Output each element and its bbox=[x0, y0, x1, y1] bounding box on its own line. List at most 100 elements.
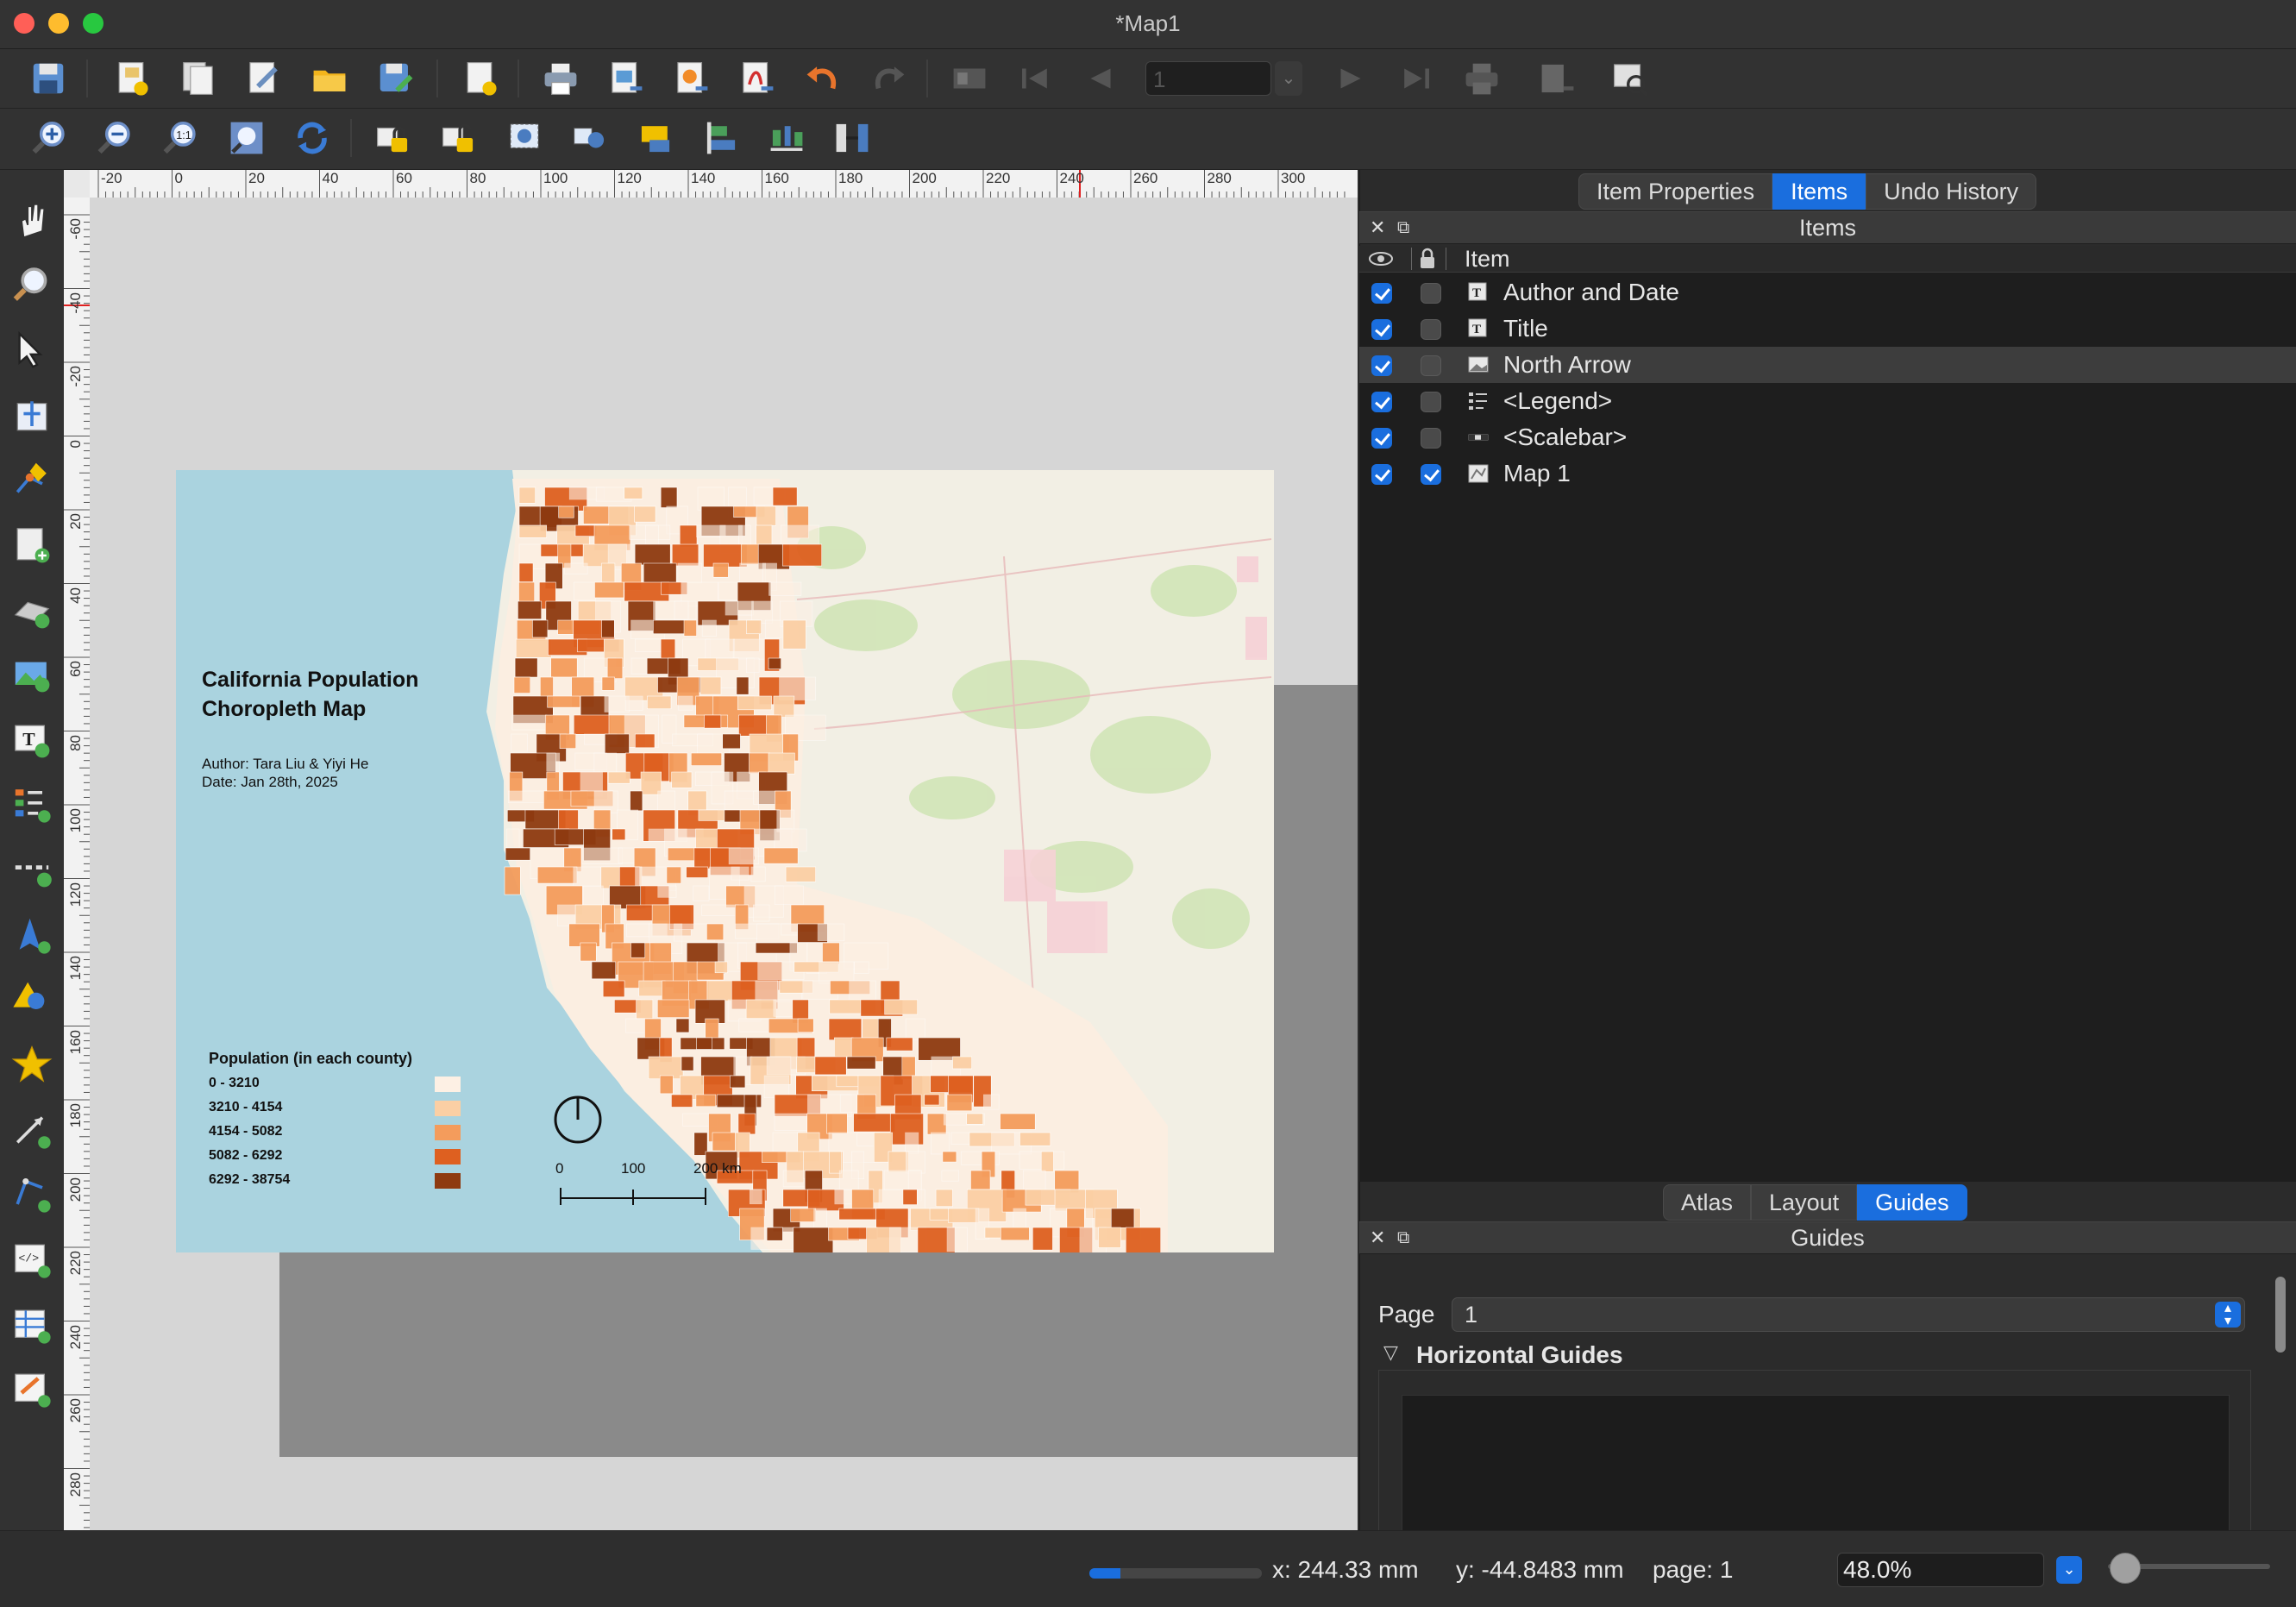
tab-item-properties[interactable]: Item Properties bbox=[1578, 173, 1773, 210]
refresh-icon[interactable] bbox=[290, 116, 335, 160]
chevron-down-icon[interactable]: ⌄ bbox=[2056, 1556, 2082, 1584]
add-arrow-icon[interactable] bbox=[7, 1105, 57, 1155]
select-move-icon[interactable] bbox=[7, 325, 57, 375]
add-attribute-table-icon[interactable] bbox=[7, 1300, 57, 1350]
ungroup-items-icon[interactable] bbox=[568, 116, 612, 160]
undo-icon[interactable] bbox=[800, 56, 845, 101]
add-picture-icon[interactable] bbox=[7, 650, 57, 700]
visibility-checkbox[interactable] bbox=[1371, 464, 1392, 485]
export-image-icon[interactable] bbox=[604, 56, 649, 101]
layout-canvas[interactable]: California Population Choropleth Map Aut… bbox=[90, 198, 1358, 1530]
vertical-ruler[interactable]: -60 -40 -20 0 20 40 60 80 100 120 140 160 180 200 220 2… bbox=[64, 198, 90, 1530]
previous-feature-icon[interactable] bbox=[1078, 56, 1123, 101]
items-row[interactable]: T Author and Date bbox=[1359, 274, 2296, 311]
zoom-input[interactable]: 48.0% bbox=[1837, 1553, 2044, 1587]
edit-nodes-icon[interactable] bbox=[7, 455, 57, 505]
visibility-checkbox[interactable] bbox=[1371, 355, 1392, 376]
lock-checkbox[interactable] bbox=[1421, 392, 1441, 412]
tab-guides[interactable]: Guides bbox=[1857, 1184, 1967, 1221]
atlas-page-field[interactable]: 1 bbox=[1145, 61, 1271, 96]
duplicate-layout-icon[interactable] bbox=[176, 56, 221, 101]
lock-checkbox[interactable] bbox=[1421, 464, 1441, 485]
lock-checkbox[interactable] bbox=[1421, 355, 1441, 376]
lock-checkbox[interactable] bbox=[1421, 428, 1441, 449]
chevron-down-icon[interactable]: ⌄ bbox=[1275, 61, 1302, 96]
tab-undo-history[interactable]: Undo History bbox=[1866, 173, 2037, 210]
tab-items[interactable]: Items bbox=[1772, 173, 1866, 210]
zoom-actual-icon[interactable]: 1:1 bbox=[159, 116, 204, 160]
open-folder-icon[interactable] bbox=[307, 56, 352, 101]
items-row[interactable]: <Scalebar> bbox=[1359, 419, 2296, 455]
add-3d-map-icon[interactable] bbox=[7, 586, 57, 636]
horizontal-ruler[interactable]: -20 0 20 40 60 80 100 120 140 160 180 200 220 240 260 2… bbox=[90, 170, 1358, 198]
export-svg-icon[interactable] bbox=[669, 56, 714, 101]
close-icon[interactable]: ✕ bbox=[1370, 212, 1385, 243]
save-as-template-icon[interactable] bbox=[373, 56, 417, 101]
add-north-arrow-icon[interactable] bbox=[7, 910, 57, 960]
layout-manager-icon[interactable] bbox=[242, 56, 286, 101]
triangle-down-icon[interactable]: ▽ bbox=[1383, 1341, 1398, 1364]
tab-atlas[interactable]: Atlas bbox=[1663, 1184, 1752, 1221]
first-feature-icon[interactable] bbox=[1013, 56, 1057, 101]
print-atlas-icon[interactable] bbox=[1459, 56, 1504, 101]
atlas-preview-icon[interactable] bbox=[947, 56, 992, 101]
add-html-icon[interactable]: </> bbox=[7, 1234, 57, 1284]
north-arrow-icon[interactable] bbox=[552, 1094, 604, 1146]
lock-checkbox[interactable] bbox=[1421, 283, 1441, 304]
raise-items-icon[interactable] bbox=[633, 116, 678, 160]
scalebar[interactable]: 0 100 200 km bbox=[555, 1160, 742, 1212]
guides-scrollbar[interactable] bbox=[2275, 1277, 2286, 1353]
zoom-tool-icon[interactable] bbox=[7, 260, 57, 310]
redo-icon[interactable] bbox=[866, 56, 911, 101]
visibility-checkbox[interactable] bbox=[1371, 428, 1392, 449]
last-feature-icon[interactable] bbox=[1394, 56, 1439, 101]
lock-items-icon[interactable] bbox=[371, 116, 416, 160]
horizontal-guides-list[interactable] bbox=[1402, 1395, 2230, 1533]
move-content-icon[interactable] bbox=[7, 391, 57, 441]
align-items-icon[interactable] bbox=[699, 116, 743, 160]
next-feature-icon[interactable] bbox=[1328, 56, 1373, 101]
export-atlas-icon[interactable] bbox=[1535, 56, 1580, 101]
zoom-slider-handle[interactable] bbox=[2110, 1553, 2141, 1584]
tab-layout[interactable]: Layout bbox=[1751, 1184, 1858, 1221]
resize-items-icon[interactable] bbox=[830, 116, 875, 160]
add-label-icon[interactable]: T bbox=[7, 715, 57, 765]
zoom-in-icon[interactable] bbox=[28, 116, 72, 160]
add-shape-icon[interactable] bbox=[7, 974, 57, 1024]
chevron-updown-icon[interactable]: ▴ ▾ bbox=[2215, 1302, 2241, 1328]
new-page-icon[interactable] bbox=[457, 56, 502, 101]
guides-page-select[interactable]: 1 ▴ ▾ bbox=[1452, 1297, 2245, 1332]
items-row[interactable]: T Title bbox=[1359, 311, 2296, 347]
items-row[interactable]: <Legend> bbox=[1359, 383, 2296, 419]
layout-page[interactable]: California Population Choropleth Map Aut… bbox=[176, 470, 1274, 1252]
items-row[interactable]: Map 1 bbox=[1359, 455, 2296, 492]
lock-checkbox[interactable] bbox=[1421, 319, 1441, 340]
print-icon[interactable] bbox=[538, 56, 583, 101]
visibility-checkbox[interactable] bbox=[1371, 319, 1392, 340]
items-row[interactable]: North Arrow bbox=[1359, 347, 2296, 383]
new-layout-icon[interactable] bbox=[109, 56, 154, 101]
group-items-icon[interactable] bbox=[502, 116, 547, 160]
zoom-full-icon[interactable] bbox=[224, 116, 269, 160]
legend[interactable]: Population (in each county) 0 - 3210 321… bbox=[209, 1050, 467, 1192]
author-and-date[interactable]: Author: Tara Liu & Yiyi He Date: Jan 28t… bbox=[202, 755, 368, 791]
add-marker-icon[interactable] bbox=[7, 1039, 57, 1089]
add-fixed-table-icon[interactable] bbox=[7, 1364, 57, 1414]
add-scalebar-icon[interactable] bbox=[7, 844, 57, 895]
export-pdf-icon[interactable] bbox=[735, 56, 780, 101]
distribute-items-icon[interactable] bbox=[764, 116, 809, 160]
map-title[interactable]: California Population Choropleth Map bbox=[202, 665, 486, 724]
close-icon[interactable]: ✕ bbox=[1370, 1222, 1385, 1253]
visibility-checkbox[interactable] bbox=[1371, 392, 1392, 412]
add-legend-icon[interactable] bbox=[7, 779, 57, 829]
add-node-item-icon[interactable] bbox=[7, 1169, 57, 1219]
visibility-checkbox[interactable] bbox=[1371, 283, 1392, 304]
add-map-icon[interactable] bbox=[7, 520, 57, 570]
save-icon[interactable] bbox=[26, 56, 71, 101]
unlock-items-icon[interactable] bbox=[436, 116, 481, 160]
float-icon[interactable]: ⧉ bbox=[1397, 212, 1409, 243]
atlas-settings-icon[interactable] bbox=[1608, 56, 1653, 101]
zoom-out-icon[interactable] bbox=[93, 116, 138, 160]
pan-icon[interactable] bbox=[7, 196, 57, 246]
float-icon[interactable]: ⧉ bbox=[1397, 1222, 1409, 1253]
